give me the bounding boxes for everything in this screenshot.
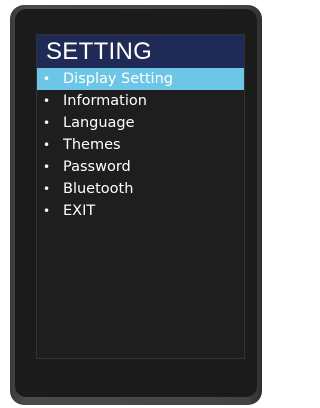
settings-menu: • Display Setting • Information • Langua… (37, 68, 244, 222)
menu-item-exit[interactable]: • EXIT (37, 200, 244, 222)
menu-item-display-setting[interactable]: • Display Setting (37, 68, 244, 90)
device-bezel: SETTING • Display Setting • Information … (15, 9, 257, 397)
menu-item-label: Themes (63, 137, 121, 153)
menu-item-language[interactable]: • Language (37, 112, 244, 134)
bullet-icon: • (43, 160, 51, 174)
bullet-icon: • (43, 138, 51, 152)
bullet-icon: • (43, 72, 51, 86)
menu-item-themes[interactable]: • Themes (37, 134, 244, 156)
menu-item-label: Information (63, 93, 147, 109)
title-bar: SETTING (37, 35, 244, 68)
menu-item-label: Password (63, 159, 131, 175)
device-frame: SETTING • Display Setting • Information … (10, 5, 262, 405)
page-title: SETTING (46, 38, 153, 65)
bullet-icon: • (43, 116, 51, 130)
bullet-icon: • (43, 204, 51, 218)
menu-item-bluetooth[interactable]: • Bluetooth (37, 178, 244, 200)
menu-item-label: Display Setting (63, 71, 173, 87)
menu-item-password[interactable]: • Password (37, 156, 244, 178)
menu-item-label: EXIT (63, 203, 96, 219)
bullet-icon: • (43, 182, 51, 196)
menu-item-label: Bluetooth (63, 181, 134, 197)
menu-item-label: Language (63, 115, 135, 131)
menu-item-information[interactable]: • Information (37, 90, 244, 112)
display-screen: SETTING • Display Setting • Information … (36, 34, 245, 359)
bullet-icon: • (43, 94, 51, 108)
